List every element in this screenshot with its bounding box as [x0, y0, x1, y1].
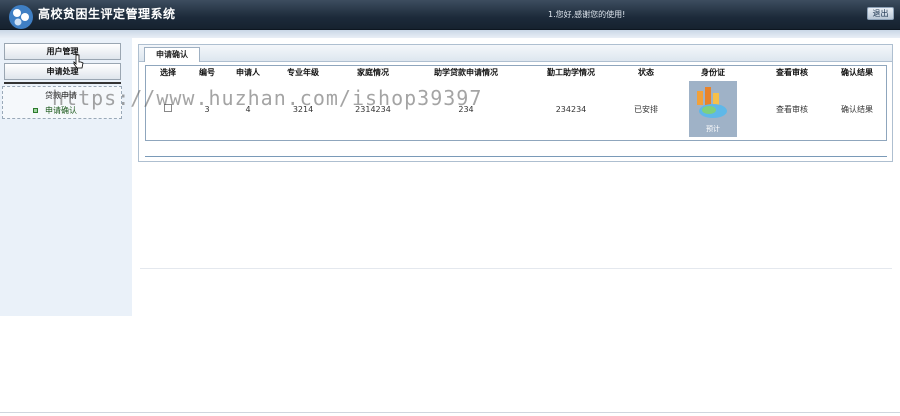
exit-button[interactable]: 退出 [867, 7, 894, 20]
column-header: 家庭情况 [334, 66, 412, 78]
welcome-message: 1.您好,感谢您的使用! [548, 10, 626, 19]
result-link[interactable]: 确认结果 [828, 78, 886, 140]
review-link[interactable]: 查看审核 [756, 78, 828, 140]
app-logo-icon [9, 5, 33, 29]
watermark-text: https://www.huzhan.com/ishop39397 [52, 86, 483, 110]
sidebar-item-user-management[interactable]: 用户管理 [4, 43, 121, 60]
column-header: 确认结果 [828, 66, 886, 78]
cell-work-study: 234234 [555, 104, 587, 114]
divider [0, 412, 900, 413]
id-card-picture-icon [697, 87, 727, 118]
column-header: 身份证 [670, 66, 756, 78]
column-header: 状态 [622, 66, 670, 78]
tab-strip: 申请确认 [139, 45, 892, 62]
bullet-icon [33, 108, 38, 113]
mouse-cursor-icon [73, 54, 84, 69]
app-title: 高校贫困生评定管理系统 [38, 7, 176, 21]
sidebar-divider [4, 82, 121, 84]
divider [140, 268, 892, 269]
cell-id-card: 预计 [670, 78, 756, 140]
column-header: 编号 [190, 66, 224, 78]
panel-footer [145, 143, 887, 157]
sidebar-item-application-processing[interactable]: 申请处理 [4, 63, 121, 80]
column-header: 查看审核 [756, 66, 828, 78]
column-header: 专业年级 [272, 66, 334, 78]
tab-application-confirm[interactable]: 申请确认 [144, 47, 200, 62]
table-header-row: 选择 编号 申请人 专业年级 家庭情况 助学贷款申请情况 勤工助学情况 状态 身… [146, 66, 886, 78]
column-header: 助学贷款申请情况 [412, 66, 520, 78]
sidebar: 用户管理 申请处理 [0, 38, 132, 316]
column-header: 申请人 [224, 66, 272, 78]
id-card-image[interactable]: 预计 [689, 81, 737, 137]
header-subbar [0, 30, 900, 38]
column-header: 勤工助学情况 [520, 66, 622, 78]
id-card-caption: 预计 [706, 125, 720, 133]
column-header: 选择 [146, 66, 190, 78]
app-header: 高校贫困生评定管理系统 1.您好,感谢您的使用! 退出 [0, 0, 900, 30]
cell-status: 已安排 [634, 104, 658, 114]
